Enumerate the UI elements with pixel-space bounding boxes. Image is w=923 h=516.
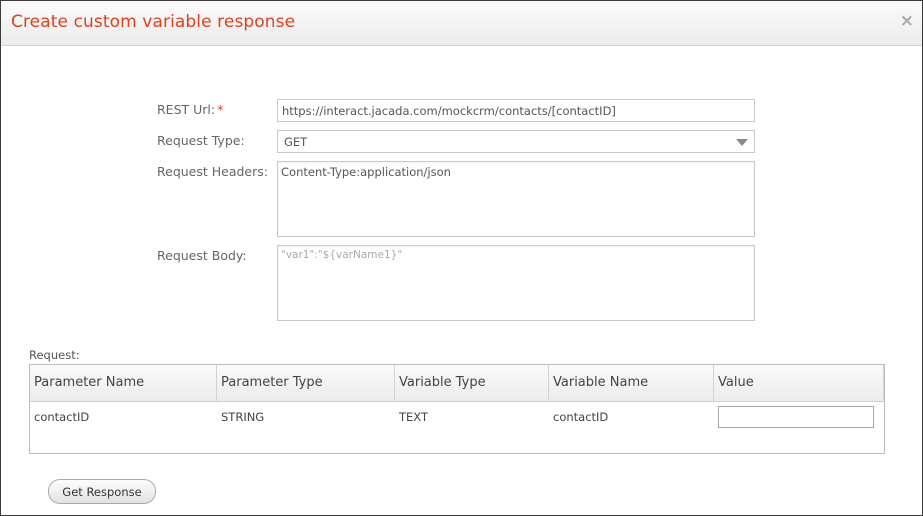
get-response-button[interactable]: Get Response — [48, 479, 156, 504]
column-header-parameter-name: Parameter Name — [30, 365, 217, 401]
column-header-variable-name: Variable Name — [549, 365, 714, 401]
dialog-header: Create custom variable response × — [1, 1, 922, 46]
request-headers-textarea[interactable]: Content-Type:application/json — [277, 161, 755, 237]
request-type-selected-value: GET — [284, 135, 308, 149]
required-mark: * — [217, 102, 224, 117]
request-headers-label: Request Headers: — [157, 164, 268, 179]
cell-variable-type: TEXT — [399, 410, 428, 424]
request-type-label: Request Type: — [157, 133, 245, 148]
rest-url-label: REST Url: * — [157, 102, 223, 117]
cell-parameter-type: STRING — [221, 410, 265, 424]
request-type-select[interactable]: GET — [277, 130, 755, 153]
close-icon[interactable]: × — [900, 13, 914, 30]
chevron-down-icon — [736, 139, 748, 146]
request-body-textarea[interactable] — [277, 245, 755, 321]
rest-url-input[interactable] — [277, 99, 755, 122]
create-custom-variable-response-dialog: Create custom variable response × REST U… — [0, 0, 923, 516]
value-input[interactable] — [718, 406, 874, 428]
dialog-title: Create custom variable response — [11, 12, 296, 32]
column-header-value: Value — [714, 365, 884, 401]
column-header-parameter-type: Parameter Type — [217, 365, 395, 401]
column-header-variable-type: Variable Type — [395, 365, 549, 401]
request-body-label: Request Body: — [157, 248, 247, 263]
request-parameters-table: Parameter Name Parameter Type Variable T… — [29, 364, 885, 454]
request-table-title: Request: — [29, 348, 80, 362]
table-header-row: Parameter Name Parameter Type Variable T… — [30, 365, 884, 402]
cell-parameter-name: contactID — [34, 410, 90, 424]
cell-variable-name: contactID — [553, 410, 609, 424]
rest-url-label-text: REST Url: — [157, 102, 216, 117]
